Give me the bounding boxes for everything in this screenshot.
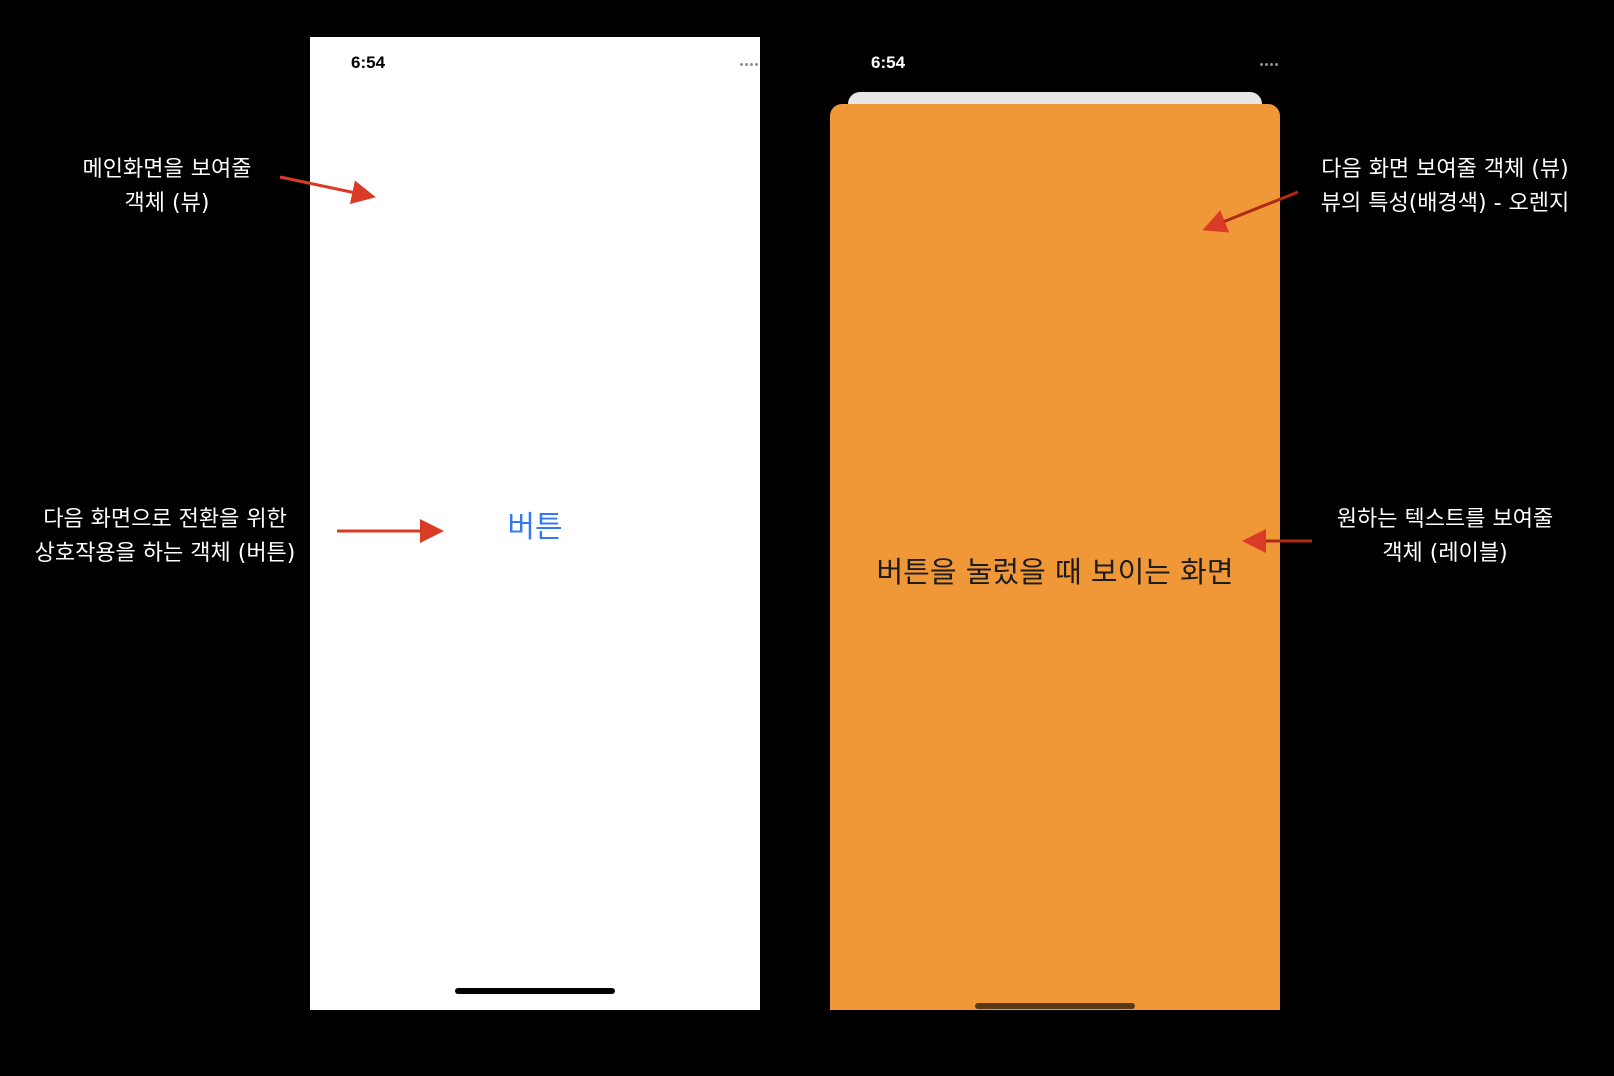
arrow-icon [1202,190,1299,233]
arrow-icon [279,175,376,205]
annotation-arrows [279,175,1312,553]
